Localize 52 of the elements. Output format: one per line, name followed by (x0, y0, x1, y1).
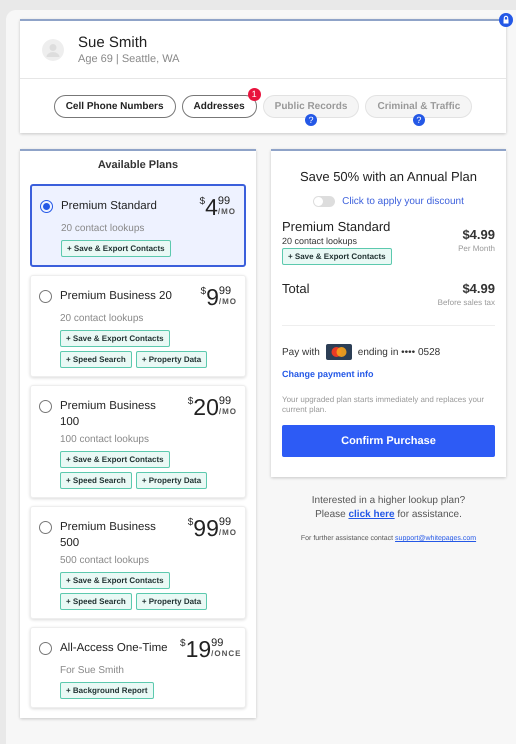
feature-tag: + Save & Export Contacts (60, 330, 170, 347)
card-ending: ending in •••• 0528 (358, 346, 440, 358)
plan-name: Premium Business 100 (60, 399, 157, 430)
radio-button[interactable] (39, 290, 52, 303)
feature-tag: + Property Data (136, 351, 208, 368)
feature-tag: + Property Data (136, 472, 208, 489)
plans-title: Available Plans (96, 158, 180, 173)
pay-label: Pay with (282, 346, 320, 358)
radio-button[interactable] (39, 642, 52, 655)
feature-tag: + Save & Export Contacts (282, 248, 392, 265)
plan-name: Premium Business 20 (60, 289, 173, 304)
offer-title: Save 50% with an Annual Plan (298, 169, 478, 184)
plan-detail: 20 contact lookups (282, 236, 358, 246)
discount-toggle[interactable] (313, 196, 336, 207)
change-payment-link[interactable]: Change payment info (282, 369, 495, 379)
confirm-button[interactable]: Confirm Purchase (282, 425, 495, 457)
click-here-link[interactable]: click here (348, 509, 395, 520)
avatar-icon (42, 38, 64, 60)
radio-button[interactable] (39, 400, 52, 413)
plan-detail: 500 contact lookups (60, 555, 150, 566)
feature-tag: + Speed Search (60, 593, 132, 610)
feature-tag: + Save & Export Contacts (61, 240, 171, 257)
tax-note: Before sales tax (438, 298, 495, 307)
feature-tag: + Speed Search (60, 472, 132, 489)
plan-detail: 20 contact lookups (61, 223, 146, 234)
count-badge: 1 (248, 88, 261, 101)
plan-detail: For Sue Smith (60, 665, 125, 676)
person-name: Sue Smith (78, 34, 148, 51)
plan-name: All-Access One-Time (60, 641, 169, 656)
feature-tag: + Speed Search (60, 351, 132, 368)
feature-tag: + Save & Export Contacts (60, 451, 170, 468)
upgrade-notice: Your upgraded plan starts immediately and replaces your current plan. (282, 395, 486, 415)
plan-name: Premium Standard (282, 219, 390, 234)
help-sentence: Please click here for assistance. (315, 509, 462, 520)
help-question: Interested in a higher lookup plan? (312, 495, 466, 506)
radio-button[interactable] (39, 521, 52, 534)
person-details: Age 69 | Seattle, WA (78, 53, 180, 65)
feature-tag: + Save & Export Contacts (60, 572, 170, 589)
plan-detail: 20 contact lookups (60, 313, 144, 324)
total-price: $4.99 (462, 281, 495, 296)
plan-name: Premium Business 500 (60, 520, 157, 551)
feature-tag: + Background Report (60, 682, 154, 699)
toggle-label[interactable]: Click to apply your discount (342, 196, 464, 207)
plan-name: Premium Standard (61, 199, 158, 214)
price-note: Per Month (458, 244, 495, 253)
plan-detail: 100 contact lookups (60, 434, 150, 445)
plan-price: $4.99 (462, 227, 495, 242)
total-label: Total (282, 281, 310, 296)
section-tab[interactable]: Cell Phone Numbers (54, 95, 176, 118)
feature-tag: + Property Data (136, 593, 208, 610)
radio-button[interactable] (40, 200, 53, 213)
card-icon (326, 344, 352, 360)
